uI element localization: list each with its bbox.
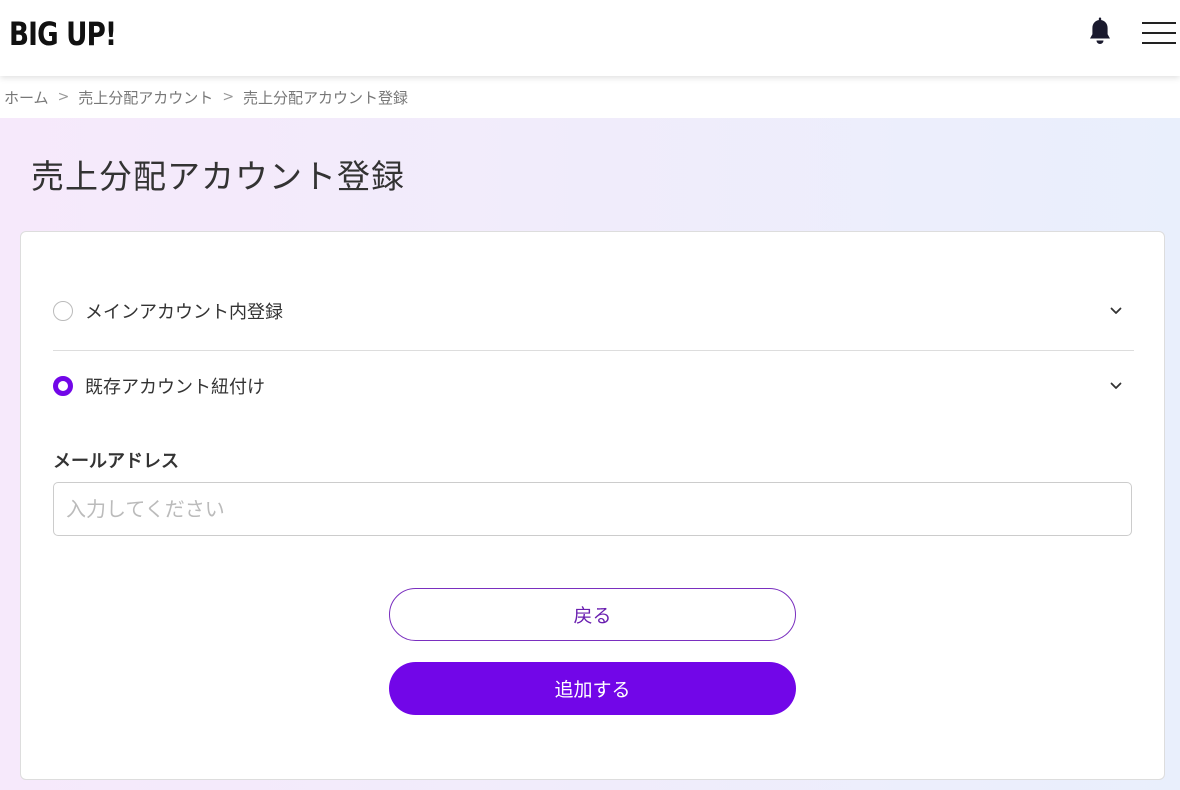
bell-icon[interactable] <box>1087 17 1113 47</box>
hamburger-menu-icon[interactable] <box>1142 22 1176 44</box>
divider <box>53 350 1134 351</box>
chevron-right-icon: > <box>57 89 70 105</box>
option-main-account[interactable]: メインアカウント内登録 <box>53 291 1133 331</box>
add-button[interactable]: 追加する <box>389 662 796 715</box>
form-card: メインアカウント内登録 既存アカウント紐付け メールアドレス 戻る 追加する <box>20 231 1165 780</box>
option-label: 既存アカウント紐付け <box>85 377 265 398</box>
breadcrumb-current: 売上分配アカウント登録 <box>243 88 409 107</box>
chevron-down-icon[interactable] <box>1109 379 1123 393</box>
email-label: メールアドレス <box>53 451 179 472</box>
page-title: 売上分配アカウント登録 <box>31 157 405 196</box>
radio-main-account[interactable] <box>53 301 73 321</box>
logo[interactable]: BIG UP! <box>9 12 117 56</box>
option-existing-account[interactable]: 既存アカウント紐付け <box>53 366 1133 406</box>
option-label: メインアカウント内登録 <box>85 302 283 323</box>
breadcrumb-sales-distribution[interactable]: 売上分配アカウント <box>78 87 213 108</box>
radio-existing-account[interactable] <box>53 376 73 396</box>
breadcrumb: ホーム > 売上分配アカウント > 売上分配アカウント登録 <box>4 86 408 108</box>
chevron-down-icon[interactable] <box>1109 304 1123 318</box>
back-button[interactable]: 戻る <box>389 588 796 641</box>
app-header: BIG UP! <box>0 0 1180 76</box>
email-field[interactable] <box>53 482 1132 536</box>
breadcrumb-home[interactable]: ホーム <box>4 87 49 108</box>
chevron-right-icon: > <box>222 89 235 105</box>
